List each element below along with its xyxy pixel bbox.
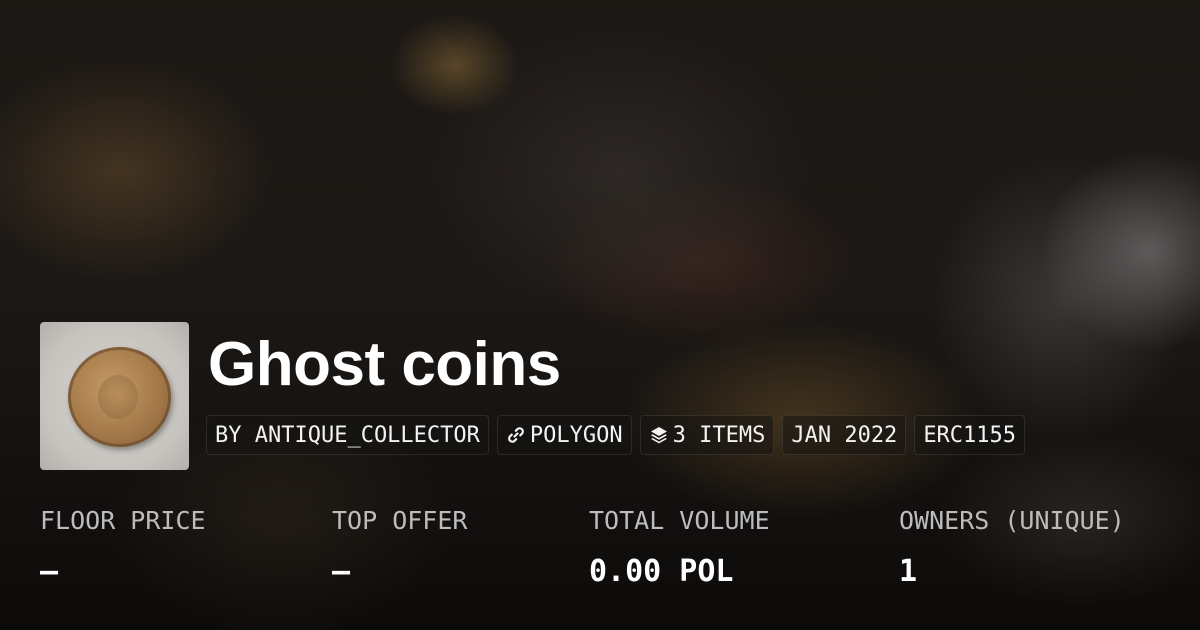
link-icon	[506, 425, 526, 445]
items-chip: 3 ITEMS	[639, 415, 775, 455]
stat-value: –	[332, 554, 351, 589]
stat-label: FLOOR PRICE	[40, 506, 206, 535]
stat-top-offer: TOP OFFER –	[332, 504, 467, 592]
chain-chip: POLYGON	[496, 415, 632, 455]
collection-meta-chips: BY ANTIQUE_COLLECTOR POLYGON 3 ITEMS JAN…	[206, 415, 1026, 455]
items-label: 3 ITEMS	[672, 422, 766, 448]
collection-title: Ghost coins	[208, 330, 561, 399]
stat-label: TOP OFFER	[332, 506, 468, 535]
standard-label: ERC1155	[923, 422, 1017, 448]
stat-floor-price: FLOOR PRICE –	[40, 504, 206, 592]
creator-chip: BY ANTIQUE_COLLECTOR	[206, 415, 489, 455]
creator-label: BY ANTIQUE_COLLECTOR	[215, 422, 480, 448]
chain-label: POLYGON	[529, 422, 623, 448]
collection-thumbnail	[40, 322, 189, 470]
date-label: JAN 2022	[791, 422, 898, 448]
stat-label: OWNERS (UNIQUE)	[899, 506, 1125, 535]
layers-icon	[649, 425, 669, 445]
stat-value: –	[40, 554, 59, 589]
stat-value: 1	[899, 554, 918, 589]
standard-chip: ERC1155	[914, 415, 1026, 455]
stat-owners: OWNERS (UNIQUE) 1	[899, 504, 1125, 592]
stat-label: TOTAL VOLUME	[589, 506, 770, 535]
coin-image	[68, 347, 171, 447]
date-chip: JAN 2022	[782, 415, 907, 455]
stat-total-volume: TOTAL VOLUME 0.00 POL	[589, 504, 770, 592]
stat-value: 0.00 POL	[589, 554, 734, 589]
